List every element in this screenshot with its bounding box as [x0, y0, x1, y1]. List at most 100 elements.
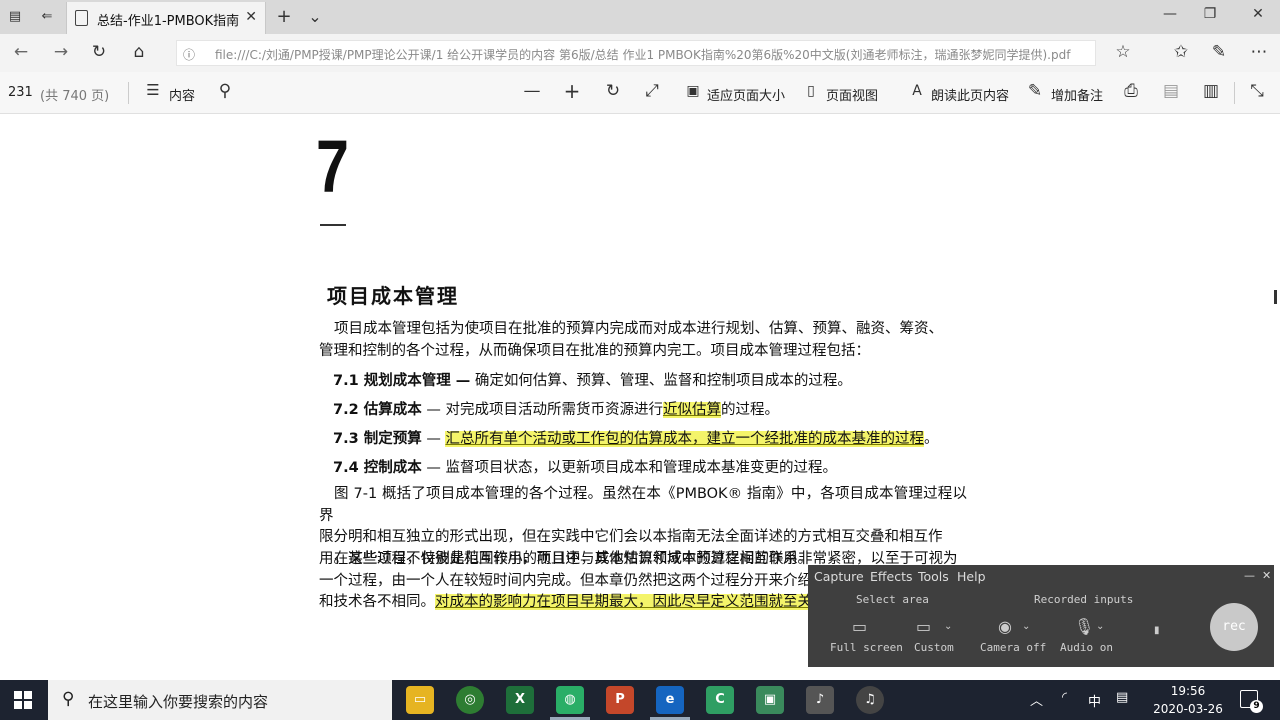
chrome-icon[interactable]: ◎: [456, 686, 484, 714]
more-menu-icon[interactable]: ⋯: [1248, 42, 1270, 62]
chapter-title: 项目成本管理: [327, 284, 459, 308]
excel-icon[interactable]: X: [506, 686, 534, 714]
full-screen-button[interactable]: Full screen: [830, 641, 903, 654]
page-number-input[interactable]: 231: [8, 85, 33, 100]
print-icon[interactable]: ⎙: [1120, 81, 1142, 101]
process-heading: 7.2 估算成本: [333, 402, 422, 418]
address-bar[interactable]: ⓘ file:///C:/刘通/PMP授课/PMP理论公开课/1 给公开课学员的…: [176, 40, 1096, 66]
process-description: — 对完成项目活动所需货币资源进行: [421, 402, 663, 418]
audio-toggle[interactable]: Audio on: [1060, 641, 1113, 654]
camera-toggle[interactable]: Camera off: [980, 641, 1046, 654]
process-description-end: 的过程。: [720, 402, 779, 418]
monitor-icon[interactable]: ▭: [852, 617, 867, 636]
tab-title: 总结-作业1-PMBOK指南: [97, 14, 240, 29]
pdf-toolbar: 231 (共 740 页) ☰ 内容 ⚲ — + ↻ ⤢ ▣ 适应页面大小 ▯ …: [0, 72, 1280, 114]
home-icon[interactable]: ⌂: [128, 42, 150, 62]
navigation-bar: ← → ↻ ⌂ ⓘ file:///C:/刘通/PMP授课/PMP理论公开课/1…: [0, 34, 1280, 72]
minimize-button[interactable]: —: [1160, 6, 1180, 22]
read-aloud-button[interactable]: 朗读此页内容: [931, 85, 1009, 104]
fit-page-button[interactable]: 适应页面大小: [707, 85, 785, 104]
camtasia-icon[interactable]: C: [706, 686, 734, 714]
menu-effects[interactable]: Effects: [870, 569, 913, 584]
note-app-icon[interactable]: ♪: [806, 686, 834, 714]
set-tabs-aside-icon[interactable]: ⇐: [38, 8, 56, 26]
zoom-out-icon[interactable]: —: [521, 81, 543, 101]
intro-line: 管理和控制的各个过程，从而确保项目在批准的预算内完工。项目成本管理过程包括：: [319, 342, 870, 359]
edge-icon[interactable]: e: [656, 686, 684, 714]
powerpoint-icon[interactable]: P: [606, 686, 634, 714]
camera-icon[interactable]: ◉: [998, 617, 1012, 636]
active-tab[interactable]: 总结-作业1-PMBOK指南 ✕: [66, 2, 266, 34]
page-total: (共 740 页): [40, 89, 110, 104]
tab-actions-icon[interactable]: ▤: [6, 8, 24, 26]
menu-capture[interactable]: Capture: [814, 569, 864, 584]
network-icon[interactable]: ◜: [1062, 690, 1067, 705]
web-note-icon[interactable]: ✎: [1208, 42, 1230, 62]
url-text[interactable]: file:///C:/刘通/PMP授课/PMP理论公开课/1 给公开课学员的内容…: [215, 46, 1070, 63]
recorder-app-icon[interactable]: ▣: [756, 686, 784, 714]
save-as-icon[interactable]: ▥: [1200, 81, 1222, 101]
highlighted-text: 近似估算: [662, 402, 721, 418]
process-heading: 7.1 规划成本管理 —: [333, 373, 471, 389]
chevron-down-icon[interactable]: ⌄: [1096, 621, 1104, 632]
overview-line: 图 7-1 概括了项目成本管理的各个过程。虽然在本《PMBOK® 指南》中，各项…: [319, 486, 967, 524]
toolbar-divider: [128, 82, 129, 104]
scrollbar-thumb[interactable]: [1274, 290, 1277, 304]
page-view-icon[interactable]: ▯: [800, 83, 822, 99]
read-aloud-icon[interactable]: A: [906, 83, 928, 99]
menu-tools[interactable]: Tools: [918, 569, 949, 584]
ime-indicator[interactable]: 中: [1088, 691, 1101, 710]
favorite-star-icon[interactable]: ☆: [1112, 42, 1134, 62]
music-app-icon[interactable]: ♫: [856, 686, 884, 714]
chevron-down-icon[interactable]: ⌄: [944, 621, 952, 632]
recorder-close-button[interactable]: ✕: [1262, 569, 1271, 582]
chapter-number: 7: [316, 125, 349, 208]
save-icon[interactable]: ▤: [1160, 81, 1182, 101]
highlighted-text: 汇总所有单个活动或工作包的估算成本，建立一个经批准的成本基准的过程: [445, 431, 924, 447]
tab-list-button[interactable]: ⌄: [306, 8, 324, 26]
restore-button[interactable]: ❐: [1200, 6, 1220, 22]
fit-page-icon[interactable]: ▣: [682, 83, 704, 99]
refresh-icon[interactable]: ↻: [88, 42, 110, 62]
system-clock[interactable]: 19:56 2020-03-26: [1148, 682, 1228, 718]
recorded-inputs-label: Recorded inputs: [1034, 593, 1134, 606]
chevron-down-icon[interactable]: ⌄: [1022, 621, 1030, 632]
pen-icon[interactable]: ✎: [1024, 81, 1046, 101]
action-center-icon[interactable]: 9: [1240, 690, 1263, 713]
show-hidden-icons-icon[interactable]: ︿: [1030, 690, 1043, 709]
menu-help[interactable]: Help: [957, 569, 986, 584]
rotate-icon[interactable]: ↻: [602, 81, 624, 101]
process-item-7-4: 7.4 控制成本 — 监督项目状态，以更新项目成本和管理成本基准变更的过程。: [333, 456, 837, 477]
tab-close-button[interactable]: ✕: [245, 9, 257, 25]
input-method-icon[interactable]: ▤: [1116, 690, 1128, 705]
site-info-icon[interactable]: ⓘ: [183, 46, 195, 63]
zoom-in-icon[interactable]: +: [561, 79, 583, 103]
custom-area-button[interactable]: Custom: [914, 641, 954, 654]
back-icon[interactable]: ←: [10, 42, 32, 62]
search-icon[interactable]: ⚲: [214, 81, 236, 101]
record-button[interactable]: rec: [1210, 603, 1258, 651]
process-item-7-3: 7.3 制定预算 — 汇总所有单个活动或工作包的估算成本，建立一个经批准的成本基…: [333, 427, 938, 448]
pdf-file-icon: [75, 10, 88, 26]
select-area-label: Select area: [856, 593, 929, 606]
contents-button[interactable]: 内容: [169, 85, 195, 104]
file-explorer-icon[interactable]: ▭: [406, 686, 434, 714]
wechat-icon[interactable]: ◍: [556, 686, 584, 714]
taskbar-search-box[interactable]: ⚲ 在这里输入你要搜索的内容: [48, 680, 392, 720]
custom-area-icon[interactable]: ▭: [916, 617, 931, 636]
process-description: 确定如何估算、预算、管理、监督和控制项目成本的过程。: [470, 373, 852, 389]
forward-icon[interactable]: →: [50, 42, 72, 62]
new-tab-button[interactable]: +: [275, 8, 293, 26]
fullscreen-icon[interactable]: ⤢: [641, 81, 663, 101]
windows-start-icon[interactable]: [14, 691, 32, 709]
microphone-icon[interactable]: 🎙: [1074, 617, 1094, 636]
pin-toolbar-icon[interactable]: ⤡: [1246, 81, 1268, 101]
add-note-button[interactable]: 增加备注: [1051, 85, 1103, 104]
close-window-button[interactable]: ✕: [1248, 6, 1268, 22]
audio-level-icon: ▮: [1154, 625, 1160, 636]
recorder-minimize-button[interactable]: —: [1244, 569, 1255, 582]
page-view-button[interactable]: 页面视图: [826, 85, 878, 104]
contents-icon[interactable]: ☰: [142, 81, 164, 99]
favorites-hub-icon[interactable]: ✩: [1170, 42, 1192, 62]
toolbar-divider: [1234, 82, 1235, 104]
